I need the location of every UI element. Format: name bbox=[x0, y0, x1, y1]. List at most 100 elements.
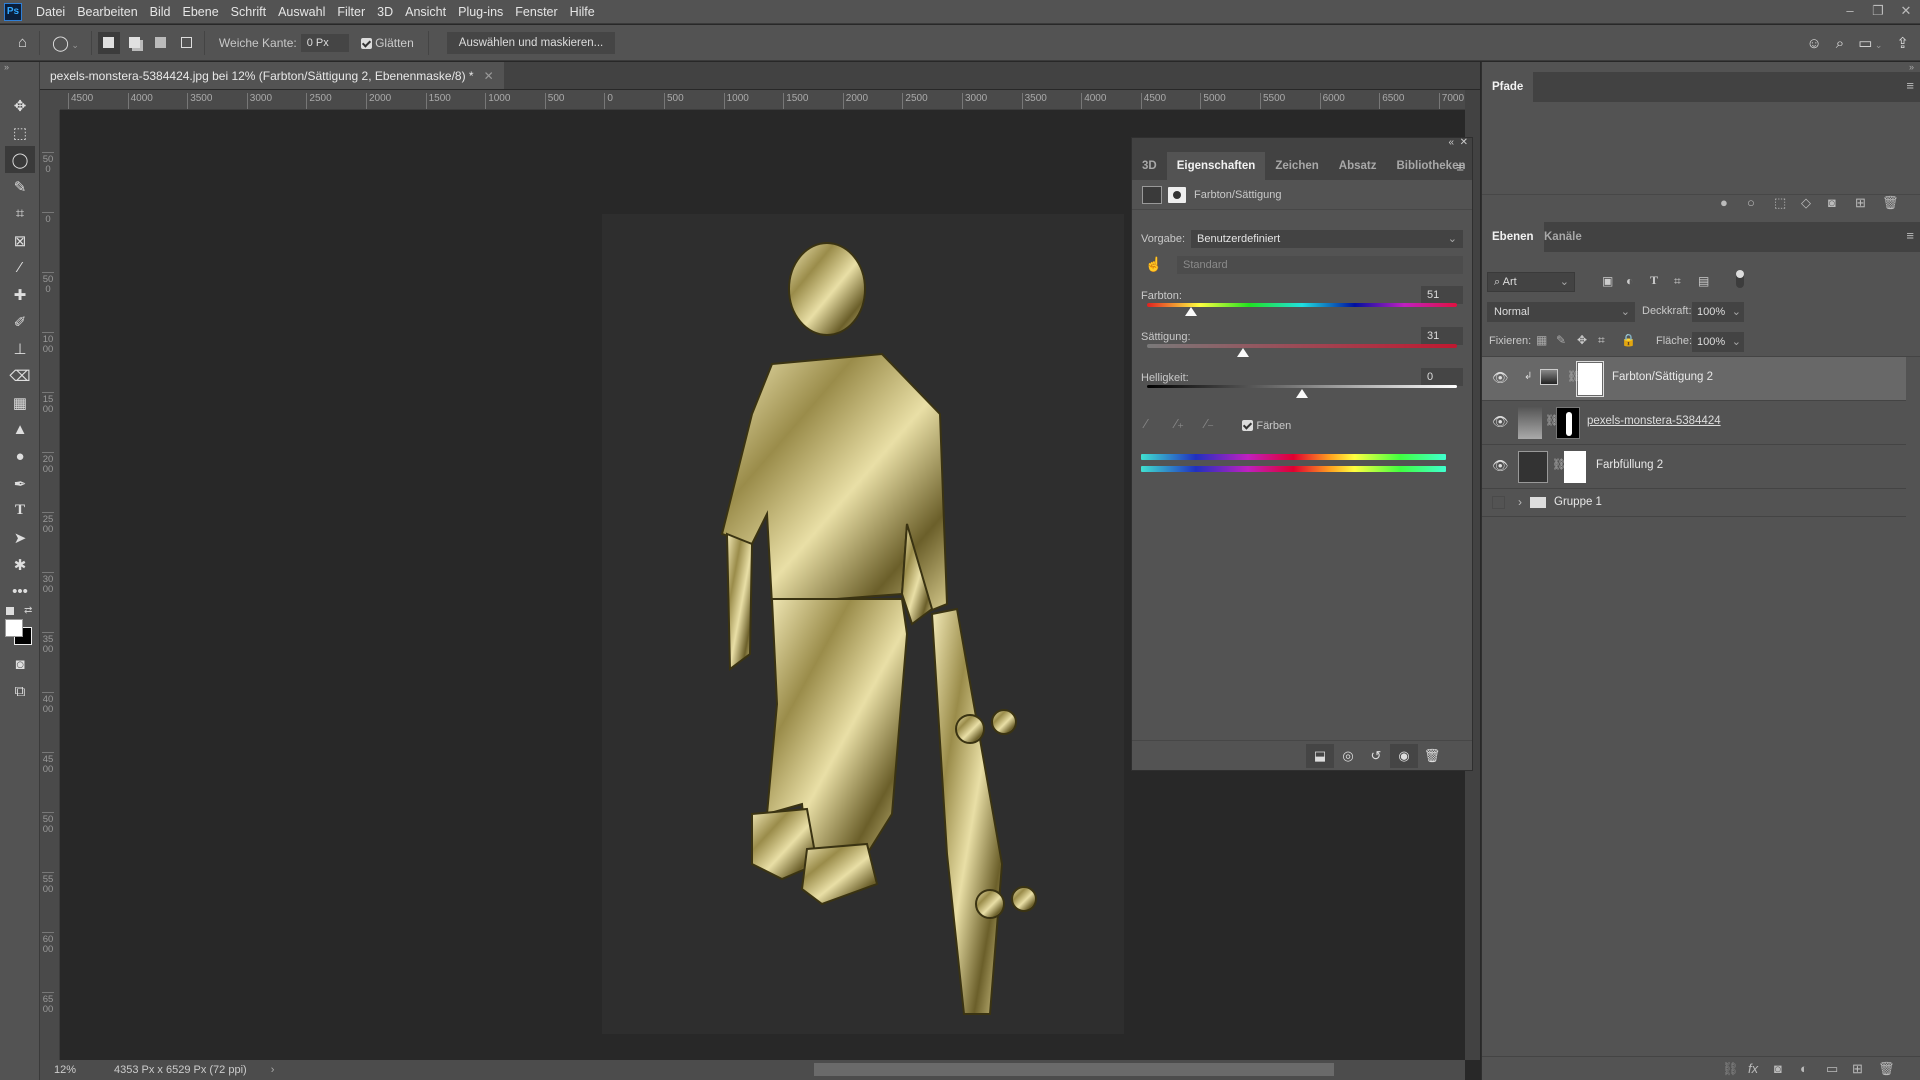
menu-bild[interactable]: Bild bbox=[144, 5, 177, 19]
lightness-slider-thumb[interactable] bbox=[1296, 389, 1308, 398]
preset-dropdown[interactable]: Benutzerdefiniert ⌄ bbox=[1191, 230, 1463, 248]
new-path-icon[interactable]: ⊞ bbox=[1855, 195, 1866, 211]
status-menu-chevron-icon[interactable]: › bbox=[271, 1064, 275, 1076]
on-image-adjust-icon[interactable]: ☝ bbox=[1145, 256, 1162, 273]
saturation-slider-track[interactable] bbox=[1147, 344, 1457, 348]
add-mask-icon[interactable]: ◙ bbox=[1774, 1061, 1782, 1076]
menu-schrift[interactable]: Schrift bbox=[225, 5, 272, 19]
channel-dropdown[interactable]: Standard bbox=[1177, 256, 1463, 274]
fill-input[interactable]: 100% ⌄ bbox=[1692, 332, 1744, 352]
layer-mask-thumbnail[interactable] bbox=[1564, 451, 1586, 483]
saturation-slider-thumb[interactable] bbox=[1237, 348, 1250, 357]
layer-row[interactable]: 👁 ↲ ⛓ Farbton/Sättigung 2 bbox=[1482, 357, 1906, 401]
layer-row[interactable]: 👁 ⛓ Farbfüllung 2 bbox=[1482, 445, 1906, 489]
lock-pixels-icon[interactable]: ✎ bbox=[1556, 333, 1566, 347]
menu-hilfe[interactable]: Hilfe bbox=[564, 5, 601, 19]
frame-tool[interactable]: ⊠ bbox=[0, 227, 40, 254]
swap-colors-icon[interactable]: ⇄ bbox=[24, 605, 32, 616]
default-colors-icon[interactable] bbox=[6, 607, 14, 615]
menu-ebene[interactable]: Ebene bbox=[177, 5, 225, 19]
filter-pixel-icon[interactable]: ▣ bbox=[1602, 274, 1613, 288]
color-swatches[interactable]: ⇄ bbox=[0, 605, 39, 651]
adjustment-layer-icon[interactable]: ◐ bbox=[1800, 1061, 1808, 1076]
more-tools-icon[interactable]: ••• bbox=[0, 578, 40, 605]
view-previous-state-icon[interactable]: ◎ bbox=[1334, 748, 1362, 764]
filter-type-icon[interactable]: T bbox=[1650, 273, 1658, 288]
pen-tool[interactable]: ✒ bbox=[0, 470, 40, 497]
search-icon[interactable]: ⌕ bbox=[1829, 35, 1851, 52]
make-work-path-icon[interactable]: ◇ bbox=[1801, 195, 1811, 211]
eyedropper-subtract-icon[interactable]: ⁄₋ bbox=[1205, 416, 1214, 432]
stroke-path-icon[interactable]: ○ bbox=[1747, 195, 1755, 210]
toggle-visibility-icon[interactable]: ◉ bbox=[1390, 743, 1418, 768]
filter-adjustment-icon[interactable]: ◐ bbox=[1626, 274, 1633, 288]
ruler-origin[interactable] bbox=[40, 90, 60, 110]
horizontal-scrollbar[interactable] bbox=[284, 1060, 1465, 1080]
feather-input[interactable] bbox=[300, 33, 349, 52]
tab-3d[interactable]: 3D bbox=[1132, 152, 1167, 180]
share-user-icon[interactable]: ☺ bbox=[1799, 35, 1828, 52]
layer-thumbnail[interactable] bbox=[1518, 407, 1542, 439]
opacity-input[interactable]: 100% ⌄ bbox=[1692, 302, 1744, 322]
healing-brush-tool[interactable]: ✚ bbox=[0, 281, 40, 308]
delete-layer-icon[interactable]: 🗑 bbox=[1878, 1061, 1895, 1077]
document-canvas[interactable] bbox=[602, 214, 1124, 1034]
lasso-tool[interactable]: ◯ bbox=[5, 146, 35, 173]
lightness-input[interactable]: 0 bbox=[1421, 368, 1463, 386]
tab-kanaele[interactable]: Kanäle bbox=[1534, 222, 1592, 252]
visibility-eye-icon[interactable]: 👁 bbox=[1492, 458, 1509, 473]
layer-name[interactable]: Farbfüllung 2 bbox=[1596, 459, 1663, 471]
lasso-preset-icon[interactable]: ◯ ⌄ bbox=[44, 34, 87, 52]
tab-absatz[interactable]: Absatz bbox=[1329, 152, 1387, 180]
gradient-tool[interactable]: ▦ bbox=[0, 389, 40, 416]
layer-filter-dropdown[interactable]: ⌕ Art ⌄ bbox=[1487, 272, 1575, 292]
zoom-level[interactable]: 12% bbox=[54, 1064, 94, 1076]
paths-menu-icon[interactable]: ≡ bbox=[1906, 78, 1914, 93]
new-layer-icon[interactable]: ⊞ bbox=[1852, 1061, 1863, 1077]
menu-auswahl[interactable]: Auswahl bbox=[272, 5, 331, 19]
layer-row[interactable]: 👁 ⛓ pexels-monstera-5384424 bbox=[1482, 401, 1906, 445]
expand-panels-icon[interactable]: » bbox=[1909, 62, 1914, 72]
menu-fenster[interactable]: Fenster bbox=[509, 5, 563, 19]
menu-bearbeiten[interactable]: Bearbeiten bbox=[71, 5, 143, 19]
select-and-mask-button[interactable]: Auswählen und maskieren... bbox=[446, 31, 616, 54]
fx-icon[interactable]: fx bbox=[1748, 1061, 1758, 1076]
colorize-checkbox[interactable]: Färben bbox=[1242, 418, 1291, 432]
layer-row[interactable]: › Gruppe 1 bbox=[1482, 489, 1906, 517]
link-layers-icon[interactable]: ⛓ bbox=[1722, 1061, 1739, 1077]
menu-datei[interactable]: Datei bbox=[30, 5, 71, 19]
add-mask-icon[interactable]: ◙ bbox=[1828, 195, 1836, 210]
menu-filter[interactable]: Filter bbox=[331, 5, 371, 19]
share-icon[interactable]: ⇪ bbox=[1889, 34, 1916, 52]
type-tool[interactable]: T bbox=[0, 497, 40, 524]
fill-layer-thumbnail[interactable] bbox=[1518, 451, 1548, 483]
crop-tool[interactable]: ⌗ bbox=[0, 200, 40, 227]
lightness-slider-track[interactable] bbox=[1147, 385, 1457, 388]
add-selection-button[interactable] bbox=[124, 32, 146, 54]
minimize-button[interactable]: – bbox=[1836, 0, 1864, 24]
blur-tool[interactable]: ▲ bbox=[0, 416, 40, 443]
workspace-icon[interactable]: ▭ ⌄ bbox=[1851, 34, 1889, 52]
hue-input[interactable]: 51 bbox=[1421, 286, 1463, 304]
close-window-button[interactable]: ✕ bbox=[1892, 0, 1920, 24]
panel-menu-icon[interactable]: ≡ bbox=[1456, 160, 1464, 175]
filter-shape-icon[interactable]: ⌗ bbox=[1674, 274, 1681, 289]
restore-button[interactable]: ❐ bbox=[1864, 0, 1892, 24]
delete-path-icon[interactable]: 🗑 bbox=[1882, 195, 1899, 211]
layers-menu-icon[interactable]: ≡ bbox=[1906, 228, 1914, 243]
eraser-tool[interactable]: ⌫ bbox=[0, 362, 40, 389]
filter-toggle[interactable] bbox=[1736, 270, 1744, 288]
tab-zeichen[interactable]: Zeichen bbox=[1265, 152, 1328, 180]
clone-stamp-tool[interactable]: ⊥ bbox=[0, 335, 40, 362]
visibility-toggle-empty[interactable] bbox=[1492, 496, 1505, 509]
close-panel-icon[interactable]: ✕ bbox=[1460, 137, 1468, 148]
lock-transparency-icon[interactable]: ▦ bbox=[1536, 333, 1547, 347]
tab-pfade[interactable]: Pfade bbox=[1482, 72, 1534, 102]
smooth-checkbox[interactable]: Glätten bbox=[360, 36, 414, 50]
layer-mask-icon[interactable] bbox=[1168, 186, 1186, 203]
eyedropper-add-icon[interactable]: ⁄₊ bbox=[1175, 416, 1184, 432]
close-tab-icon[interactable]: ✕ bbox=[484, 69, 494, 83]
menu-3d[interactable]: 3D bbox=[371, 5, 399, 19]
layer-mask-thumbnail[interactable] bbox=[1576, 361, 1604, 397]
horizontal-ruler[interactable]: 4500 4000 3500 3000 2500 2000 1500 1000 500 0 500 1… bbox=[60, 90, 1465, 110]
